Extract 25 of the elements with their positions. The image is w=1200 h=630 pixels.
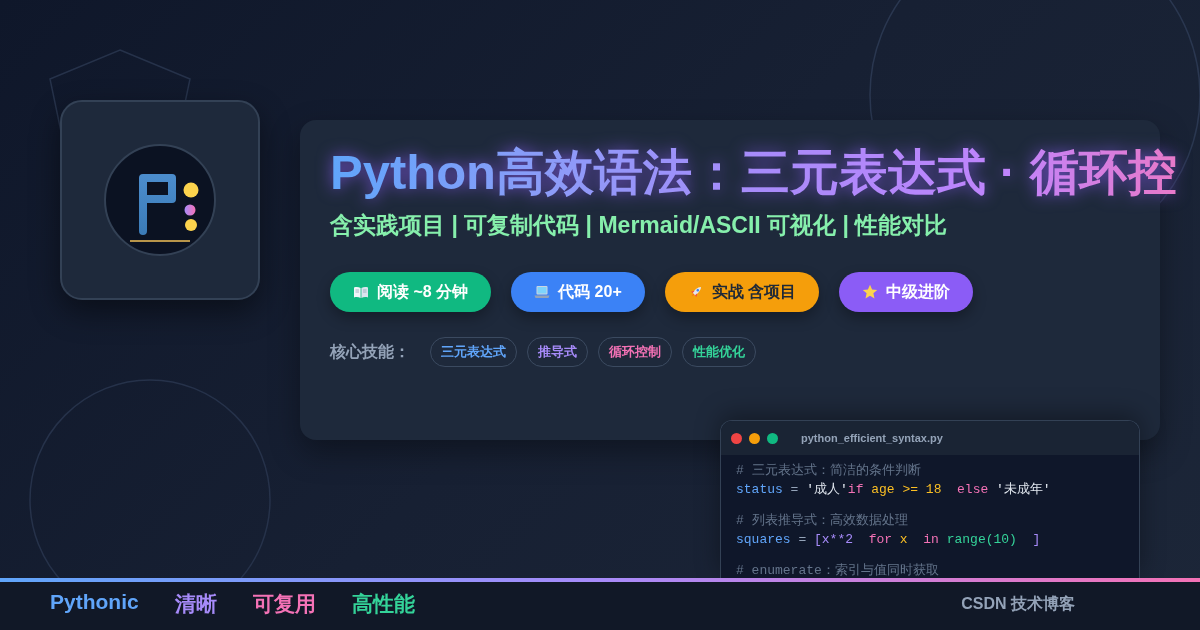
code-comment: # 列表推导式：高效数据处理 <box>736 512 908 530</box>
logo-icon <box>103 143 217 257</box>
footer-keyword: 高性能 <box>351 591 415 617</box>
page-title: Python高效语法：三元表达式 · 循环控 <box>330 144 1177 200</box>
laptop-icon <box>534 284 551 300</box>
skills-label: 核心技能： <box>330 341 410 362</box>
file-name: python_efficient_syntax.py <box>801 432 943 444</box>
badge-label: 阅读 ~8 分钟 <box>377 281 469 302</box>
code-line: squares = [x**2 for x in range(10) ] <box>736 531 1041 549</box>
badge-label: 代码 20+ <box>558 281 622 302</box>
close-dot-icon <box>731 432 742 444</box>
badge-label: 中级进阶 <box>886 281 951 302</box>
footer-keyword: 清晰 <box>174 591 217 617</box>
book-icon <box>353 284 369 300</box>
code-line: status = '成人'if age >= 18 else '未成年' <box>736 481 1051 499</box>
code-comment: # 三元表达式：简洁的条件判断 <box>736 462 921 480</box>
footer-keyword: Pythonic <box>50 590 139 615</box>
badge-label: 实战 含项目 <box>711 281 797 302</box>
subtitle: 含实践项目 | 可复制代码 | Mermaid/ASCII 可视化 | 性能对比 <box>330 211 949 240</box>
code-comment: # enumerate：索引与值同时获取 <box>736 562 939 578</box>
footer-brand: CSDN 技术博客 <box>961 593 1075 614</box>
footer-keyword: 可复用 <box>252 591 316 617</box>
minimize-dot-icon <box>749 432 760 444</box>
maximize-dot-icon <box>767 432 778 444</box>
star-icon <box>862 284 879 300</box>
